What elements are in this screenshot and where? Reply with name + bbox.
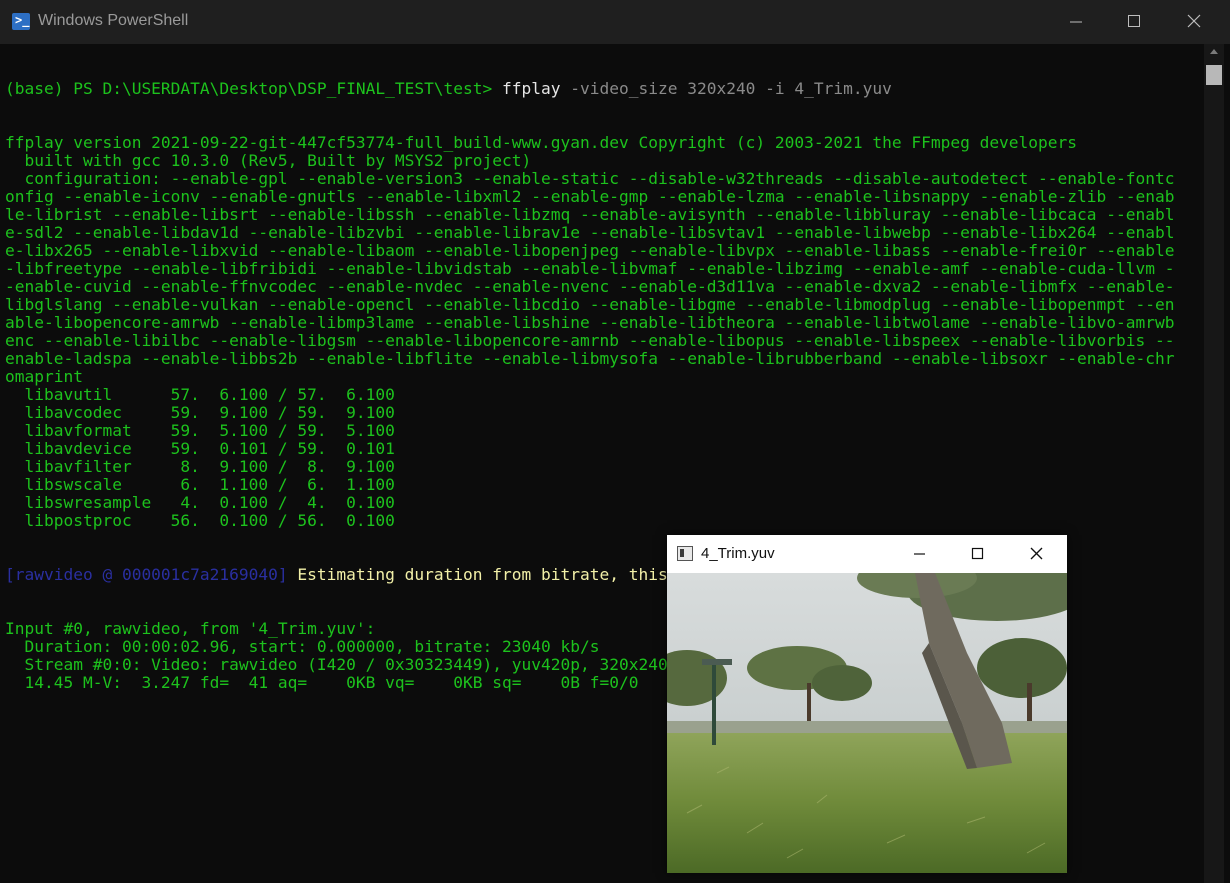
maximize-button[interactable]	[1106, 0, 1164, 44]
ffplay-video-window[interactable]: 4_Trim.yuv	[667, 535, 1067, 873]
video-scene	[667, 573, 1067, 873]
console-line: libavdevice 59. 0.101 / 59. 0.101	[5, 439, 395, 458]
console-line: -libfreetype --enable-libfribidi --enabl…	[5, 259, 1175, 278]
close-icon	[1187, 14, 1201, 28]
powershell-window: >_ Windows PowerShell (base) PS D:\USERD…	[0, 0, 1230, 883]
console-line: libavcodec 59. 9.100 / 59. 9.100	[5, 403, 395, 422]
video-minimize-button[interactable]	[895, 535, 945, 573]
console-line: libswresample 4. 0.100 / 4. 0.100	[5, 493, 395, 512]
close-button[interactable]	[1166, 0, 1224, 44]
title-bar[interactable]: >_ Windows PowerShell	[0, 0, 1230, 44]
console-line: ffplay version 2021-09-22-git-447cf53774…	[5, 133, 1078, 152]
output-lines: ffplay version 2021-09-22-git-447cf53774…	[5, 134, 1203, 530]
window-title: Windows PowerShell	[38, 12, 189, 29]
console-line: e-libx265 --enable-libxvid --enable-liba…	[5, 241, 1175, 260]
video-maximize-button[interactable]	[953, 535, 1003, 573]
console-line: libglslang --enable-vulkan --enable-open…	[5, 295, 1175, 314]
console-line: enc --enable-libilbc --enable-libgsm --e…	[5, 331, 1175, 350]
video-window-title: 4_Trim.yuv	[701, 545, 775, 562]
video-frame-image	[667, 573, 1067, 873]
console-line: libpostproc 56. 0.100 / 56. 0.100	[5, 511, 395, 530]
console-line: libavfilter 8. 9.100 / 8. 9.100	[5, 457, 395, 476]
prompt: (base) PS D:\USERDATA\Desktop\DSP_FINAL_…	[5, 79, 503, 98]
warning-prefix: [rawvideo @ 000001c7a2169040]	[5, 565, 298, 584]
close-icon	[1030, 547, 1043, 560]
console-line: built with gcc 10.3.0 (Rev5, Built by MS…	[5, 151, 532, 170]
console-line: libswscale 6. 1.100 / 6. 1.100	[5, 475, 395, 494]
console-line: able-libopencore-amrwb --enable-libmp3la…	[5, 313, 1175, 332]
powershell-icon-glyph: >_	[15, 13, 30, 27]
console-line: configuration: --enable-gpl --enable-ver…	[5, 169, 1175, 188]
console-line: libavutil 57. 6.100 / 57. 6.100	[5, 385, 395, 404]
command-args: -video_size 320x240 -i 4_Trim.yuv	[560, 79, 892, 98]
console-line: -enable-cuvid --enable-ffnvcodec --enabl…	[5, 277, 1175, 296]
maximize-icon	[1128, 15, 1140, 27]
scrollbar-thumb[interactable]	[1206, 65, 1222, 85]
console-line: enable-ladspa --enable-libbs2b --enable-…	[5, 349, 1175, 368]
scroll-up-arrow-icon[interactable]	[1209, 48, 1219, 56]
video-close-button[interactable]	[1012, 535, 1062, 573]
console-line: e-sdl2 --enable-libdav1d --enable-libzvb…	[5, 223, 1175, 242]
command-name: ffplay	[502, 79, 561, 98]
command-line: (base) PS D:\USERDATA\Desktop\DSP_FINAL_…	[5, 80, 1203, 98]
ffplay-window-icon	[677, 546, 693, 561]
vertical-scrollbar[interactable]	[1204, 44, 1224, 883]
minimize-button[interactable]	[1048, 0, 1106, 44]
minimize-icon	[914, 553, 925, 555]
maximize-icon	[971, 547, 984, 560]
video-title-bar[interactable]: 4_Trim.yuv	[667, 535, 1067, 573]
minimize-icon	[1070, 21, 1082, 23]
console-line: libavformat 59. 5.100 / 59. 5.100	[5, 421, 395, 440]
powershell-icon: >_	[12, 13, 30, 30]
console-line: onfig --enable-iconv --enable-gnutls --e…	[5, 187, 1175, 206]
console-line: omaprint	[5, 367, 83, 386]
console-line: le-librist --enable-libsrt --enable-libs…	[5, 205, 1175, 224]
